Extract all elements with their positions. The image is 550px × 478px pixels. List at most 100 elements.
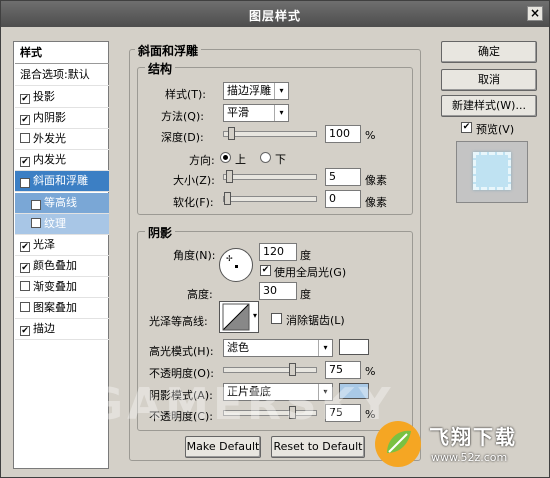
highlight-mode-label: 高光模式(H): [149,345,214,358]
sidebar-item-13[interactable]: ✔ 描边 [15,319,109,340]
site-logo: 飞翔下载 www.52z.com [373,415,545,473]
preview-label: 预览(V) [476,123,515,136]
direction-up-radio[interactable] [220,152,231,163]
sidebar-checkbox[interactable] [20,281,30,291]
angle-input[interactable]: 120 [259,243,297,261]
sidebar-item-11[interactable]: 渐变叠加 [15,277,109,298]
altitude-input[interactable]: 30 [259,282,297,300]
sidebar-item-label: 斜面和浮雕 [33,174,88,187]
layer-style-dialog: 图层样式 × 样式 混合选项:默认 ✔ 投影 ✔ 内阴影 外发光 ✔ 内发光 ✔ 斜面和浮雕 ✔ 等高线… [0,0,550,478]
sidebar-item-6[interactable]: ✔ 斜面和浮雕 [15,171,109,192]
watermark-text: GAMERSKY [87,379,395,430]
style-select[interactable]: 描边浮雕 ▾ [223,82,289,100]
chevron-down-icon: ▾ [318,340,332,356]
soften-unit: 像素 [365,196,387,209]
reset-default-button[interactable]: Reset to Default [271,436,365,458]
highlight-opacity-thumb[interactable] [288,363,296,376]
contour-preview-icon [222,303,250,331]
angle-unit: 度 [300,249,311,262]
depth-input[interactable]: 100 [325,125,361,143]
sidebar-item-label: 颜色叠加 [33,259,77,272]
close-button[interactable]: × [527,6,543,21]
style-select-value: 描边浮雕 [227,84,271,97]
antialias-checkbox[interactable] [271,313,282,324]
global-light-label: 使用全局光(G) [274,266,347,279]
sidebar-checkbox[interactable]: ✔ [20,157,30,167]
gloss-contour-label: 光泽等高线: [149,315,208,328]
direction-up-label: 上 [235,153,246,166]
soften-slider[interactable] [223,192,317,205]
sidebar-checkbox[interactable]: ✔ [20,115,30,125]
sidebar-item-label: 混合选项:默认 [20,68,90,81]
sidebar-item-label: 内阴影 [33,111,66,124]
sidebar-item-0[interactable]: 样式 [15,43,109,64]
depth-unit: % [365,129,376,142]
highlight-opacity-slider[interactable] [223,363,317,376]
altitude-label: 高度: [187,288,213,301]
structure-title: 结构 [145,60,176,77]
size-input[interactable]: 5 [325,168,361,186]
sidebar-item-label: 外发光 [33,132,66,145]
chevron-down-icon: ▾ [252,311,257,320]
new-style-button[interactable]: 新建样式(W)... [441,95,537,117]
sidebar-checkbox[interactable] [20,302,30,312]
sidebar-item-10[interactable]: ✔ 颜色叠加 [15,256,109,277]
sidebar-item-7[interactable]: ✔ 等高线 [15,193,109,214]
dialog-title: 图层样式 [248,9,301,23]
preview-swatch [473,152,511,190]
sidebar-item-label: 渐变叠加 [33,280,77,293]
sidebar-checkbox[interactable] [31,218,41,228]
direction-down-radio[interactable] [260,152,271,163]
gloss-contour-picker[interactable]: ▾ [219,301,259,333]
technique-select-value: 平滑 [227,106,249,119]
title-bar[interactable]: 图层样式 × [1,1,549,27]
depth-label: 深度(D): [161,131,204,144]
depth-slider-thumb[interactable] [228,127,236,140]
sidebar-checkbox[interactable]: ✔ [20,326,30,336]
sidebar-item-5[interactable]: ✔ 内发光 [15,150,109,171]
soften-slider-thumb[interactable] [224,192,231,205]
angle-dial[interactable]: ✢ [219,248,253,282]
leaf-logo-icon [375,421,421,467]
sidebar-checkbox[interactable]: ✔ [20,263,30,273]
style-preview-thumbnail [456,141,528,203]
size-slider[interactable] [223,170,317,183]
sidebar-item-label: 图案叠加 [33,301,77,314]
sidebar-checkbox[interactable]: ✔ [20,94,30,104]
highlight-opacity-input[interactable]: 75 [325,361,361,379]
size-label: 大小(Z): [173,174,215,187]
sidebar-item-9[interactable]: ✔ 光泽 [15,235,109,256]
sidebar-item-label: 描边 [33,322,55,335]
sidebar-item-label: 等高线 [44,196,77,209]
sidebar-item-3[interactable]: ✔ 内阴影 [15,108,109,129]
sidebar-checkbox[interactable] [20,133,30,143]
technique-select[interactable]: 平滑 ▾ [223,104,289,122]
size-slider-thumb[interactable] [225,170,233,183]
sidebar-item-label: 投影 [33,90,55,103]
angle-crosshair-icon: ✢ [226,254,233,263]
sidebar-checkbox[interactable]: ✔ [20,242,30,252]
antialias-label: 消除锯齿(L) [286,314,345,327]
sidebar-item-4[interactable]: 外发光 [15,129,109,150]
style-label: 样式(T): [165,88,207,101]
highlight-color-swatch[interactable] [339,339,369,355]
sidebar-checkbox[interactable]: ✔ [20,178,30,188]
sidebar-item-label: 样式 [20,46,42,59]
depth-slider[interactable] [223,127,317,140]
ok-button[interactable]: 确定 [441,41,537,63]
sidebar-item-label: 纹理 [44,217,66,230]
make-default-button[interactable]: Make Default [185,436,261,458]
cancel-button[interactable]: 取消 [441,69,537,91]
sidebar-item-12[interactable]: 图案叠加 [15,298,109,319]
global-light-checkbox[interactable]: ✔ [260,265,271,276]
sidebar-checkbox[interactable]: ✔ [31,200,41,210]
soften-input[interactable]: 0 [325,190,361,208]
angle-label: 角度(N): [173,249,216,262]
shading-title: 阴影 [145,224,176,241]
sidebar-item-8[interactable]: 纹理 [15,214,109,235]
preview-checkbox[interactable]: ✔ [461,122,472,133]
sidebar-item-2[interactable]: ✔ 投影 [15,87,109,108]
highlight-mode-select[interactable]: 滤色 ▾ [223,339,333,357]
sidebar-item-1[interactable]: 混合选项:默认 [15,65,109,86]
direction-label: 方向: [189,154,215,167]
